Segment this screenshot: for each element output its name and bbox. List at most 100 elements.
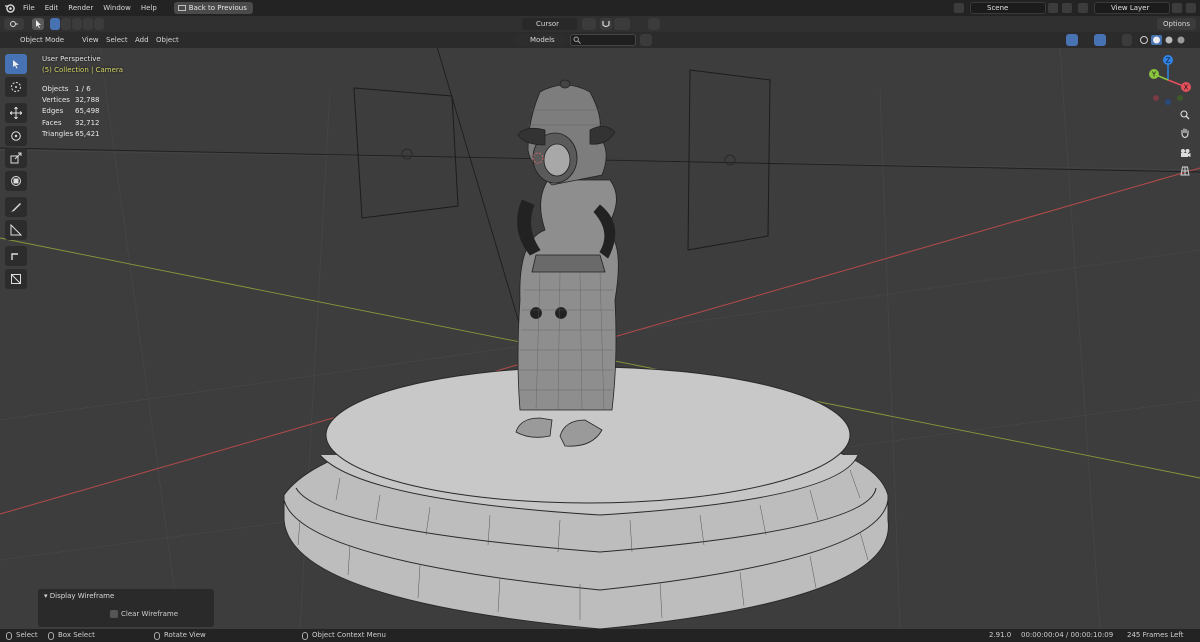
operator-title: Display Wireframe: [49, 592, 115, 600]
scene-type-icon[interactable]: [954, 3, 964, 13]
hand-pan-icon: [1181, 128, 1189, 138]
scene-close-icon[interactable]: [1062, 3, 1072, 13]
perspective-label: User Perspective: [42, 55, 101, 63]
add-cube-icon: [11, 253, 18, 260]
shading-mode-buttons[interactable]: [1136, 34, 1190, 46]
filter-toggle-button[interactable]: [640, 34, 652, 46]
options-label: Options: [1162, 20, 1190, 28]
tool-scale[interactable]: [5, 148, 27, 168]
mouse-drag-icon: [48, 631, 54, 640]
tool-cursor[interactable]: [5, 76, 27, 97]
tool-add-cube[interactable]: [5, 246, 27, 266]
tool-transform[interactable]: [5, 170, 27, 191]
transform-icon: [11, 175, 21, 186]
select-mode-intersect-button[interactable]: [94, 18, 104, 30]
collection-filter-selector[interactable]: Models: [516, 34, 567, 46]
view-layer-selector[interactable]: View Layer: [1094, 2, 1170, 14]
ortho-toggle-button[interactable]: [1178, 164, 1192, 178]
search-input[interactable]: [570, 34, 636, 46]
gizmo-y-label: Y: [1151, 71, 1157, 79]
gizmo-neg-z-handle[interactable]: [1165, 99, 1171, 105]
camera-view-button[interactable]: [1178, 146, 1192, 160]
tool-measure[interactable]: [5, 219, 27, 240]
gizmo-x-label: X: [1184, 84, 1189, 92]
menu-window[interactable]: Window: [98, 0, 136, 16]
view-layer-icon[interactable]: [1078, 3, 1088, 13]
operator-panel-header[interactable]: ▾ Display Wireframe: [44, 592, 114, 600]
light-frame-right: [687, 69, 771, 251]
viewport-scene: [0, 48, 1200, 629]
tool-extra[interactable]: [5, 268, 27, 289]
tool-move[interactable]: [5, 103, 27, 123]
menu-help[interactable]: Help: [136, 0, 162, 16]
menu-select[interactable]: Select: [106, 34, 128, 46]
clear-wireframe-label: Clear Wireframe: [121, 610, 179, 618]
pan-button[interactable]: [1178, 125, 1192, 139]
gizmo-z-label: Z: [1166, 57, 1171, 65]
rotate-icon: [11, 130, 21, 141]
status-select-hint: Select: [6, 629, 38, 642]
options-button[interactable]: Options: [1156, 18, 1196, 30]
stat-faces: Faces 32,712: [42, 118, 100, 127]
stat-vertices: Vertices 32,788: [42, 96, 100, 105]
scene-statistics: Objects 1 / 6 Vertices 32,788 Edges 65,498 …: [42, 84, 100, 140]
menu-object[interactable]: Object: [156, 34, 179, 46]
scale-icon: [10, 152, 22, 164]
blender-logo-icon[interactable]: [0, 0, 18, 16]
measure-ruler-icon: [10, 223, 22, 235]
snap-target-button[interactable]: [614, 18, 630, 30]
character-mesh: [515, 79, 619, 447]
zoom-button[interactable]: [1178, 108, 1192, 122]
3d-viewport[interactable]: [0, 48, 1200, 629]
mouse-left-icon: [6, 631, 12, 640]
3d-view-icon: [10, 21, 18, 27]
cursor-label: Cursor: [536, 20, 560, 28]
proportional-editing-button[interactable]: [648, 18, 660, 30]
viewport-info-overlay: User Perspective (5) Collection | Camera: [42, 54, 123, 76]
tool-select-box[interactable]: [5, 54, 27, 74]
zoom-magnifier-icon: [1180, 110, 1190, 120]
transform-pivot-selector[interactable]: Cursor: [522, 18, 578, 30]
gizmo-toggle-button[interactable]: [1066, 34, 1078, 46]
menu-render[interactable]: Render: [63, 0, 98, 16]
gizmo-neg-y-handle[interactable]: [1177, 95, 1183, 101]
select-mode-new-button[interactable]: [50, 18, 60, 30]
camera-icon: [1180, 149, 1190, 157]
status-box-select-hint: Box Select: [48, 629, 95, 642]
gizmo-dropdown-button[interactable]: [1082, 34, 1090, 46]
clear-wireframe-checkbox[interactable]: Clear Wireframe: [110, 610, 178, 618]
tool-rotate[interactable]: [5, 125, 27, 146]
select-tool-button[interactable]: [32, 18, 44, 30]
overlays-dropdown-button[interactable]: [1108, 34, 1116, 46]
select-mode-subtract-button[interactable]: [72, 18, 82, 30]
xray-toggle-button[interactable]: [1122, 34, 1132, 46]
menu-add[interactable]: Add: [135, 34, 149, 46]
snap-toggle-button[interactable]: [600, 18, 612, 30]
transform-orientation-button[interactable]: [582, 18, 596, 30]
view-layer-close-icon[interactable]: [1186, 3, 1196, 13]
tool-annotate[interactable]: [5, 197, 27, 217]
gizmo-neg-x-handle[interactable]: [1153, 95, 1159, 101]
editor-type-button[interactable]: [4, 18, 24, 30]
menu-view[interactable]: View: [82, 34, 99, 46]
mouse-right-icon: [302, 631, 308, 640]
scene-new-icon[interactable]: [1048, 3, 1058, 13]
back-to-previous-button[interactable]: Back to Previous: [173, 2, 253, 14]
view-layer-new-icon[interactable]: [1172, 3, 1182, 13]
object-mode-selector[interactable]: Object Mode: [6, 34, 77, 46]
tool-shelf: [5, 54, 29, 291]
select-mode-extend-button[interactable]: [61, 18, 71, 30]
menu-file[interactable]: File: [18, 0, 40, 16]
shading-spheres-icon: [1140, 35, 1185, 45]
menu-edit[interactable]: Edit: [40, 0, 64, 16]
overlays-toggle-button[interactable]: [1094, 34, 1106, 46]
scene-selector[interactable]: Scene: [970, 2, 1046, 14]
visibility-button[interactable]: [1044, 34, 1062, 46]
navigation-gizmo[interactable]: Z X Y: [1140, 52, 1196, 108]
status-rotate-view-hint: Rotate View: [154, 629, 206, 642]
select-mode-difference-button[interactable]: [83, 18, 93, 30]
move-icon: [10, 107, 22, 119]
stat-objects: Objects 1 / 6: [42, 85, 91, 93]
checkbox-box[interactable]: [110, 610, 118, 618]
box-tool-icon: [11, 273, 21, 284]
